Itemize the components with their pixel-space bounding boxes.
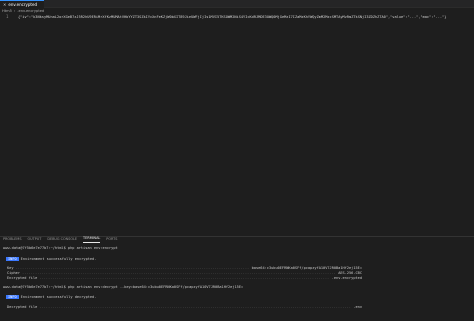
info-message-2: Environment successfully decrypted.	[20, 295, 97, 299]
decrypted-file-value: .env	[353, 305, 362, 309]
code-editor[interactable]: 1 {"iv":"k3NksyMUnaL2orXGeB7zJ5R2hU9ERiM…	[0, 14, 474, 234]
terminal-command-decrypt: www-data@7f5b6e7e77b7:~/html$ php artisa…	[3, 285, 244, 289]
terminal-command-encrypt: www-data@7f5b6e7e77b7:~/html$ php artisa…	[3, 246, 118, 250]
tab-output[interactable]: OUTPUT	[28, 237, 42, 242]
encrypted-file-value: .env.encrypted	[331, 276, 362, 280]
tab-env-encrypted[interactable]: ✕ env.encrypted	[0, 0, 44, 8]
tab-debug-console[interactable]: DEBUG CONSOLE	[47, 237, 77, 242]
info-badge: INFO	[6, 257, 19, 261]
info-badge-2: INFO	[6, 295, 19, 299]
info-message: Environment successfully encrypted.	[20, 257, 97, 261]
close-icon[interactable]: ✕	[3, 2, 6, 7]
decrypted-file-label: Decrypted file	[7, 305, 38, 309]
decrypted-file-row: Decrypted file .........................…	[7, 305, 362, 309]
tab-label: env.encrypted	[8, 1, 37, 7]
terminal-info-line-2: INFO Environment successfully decrypted.	[3, 295, 96, 300]
tab-terminal[interactable]: TERMINAL	[83, 236, 101, 243]
line-number: 1	[6, 14, 9, 19]
editor-tab-bar: ✕ env.encrypted	[0, 0, 474, 8]
terminal-info-line: INFO Environment successfully encrypted.	[3, 257, 96, 262]
panel-tab-bar: PROBLEMS OUTPUT DEBUG CONSOLE TERMINAL P…	[0, 236, 474, 243]
tab-ports[interactable]: PORTS	[106, 237, 117, 242]
tab-problems[interactable]: PROBLEMS	[3, 237, 22, 242]
encrypted-file-label: Encrypted file	[7, 276, 38, 280]
code-line[interactable]: {"iv":"k3NksyMUnaL2orXGeB7zJ5R2hU9ERiMrX…	[18, 14, 470, 20]
encrypted-file-row: Encrypted file .........................…	[7, 276, 362, 280]
